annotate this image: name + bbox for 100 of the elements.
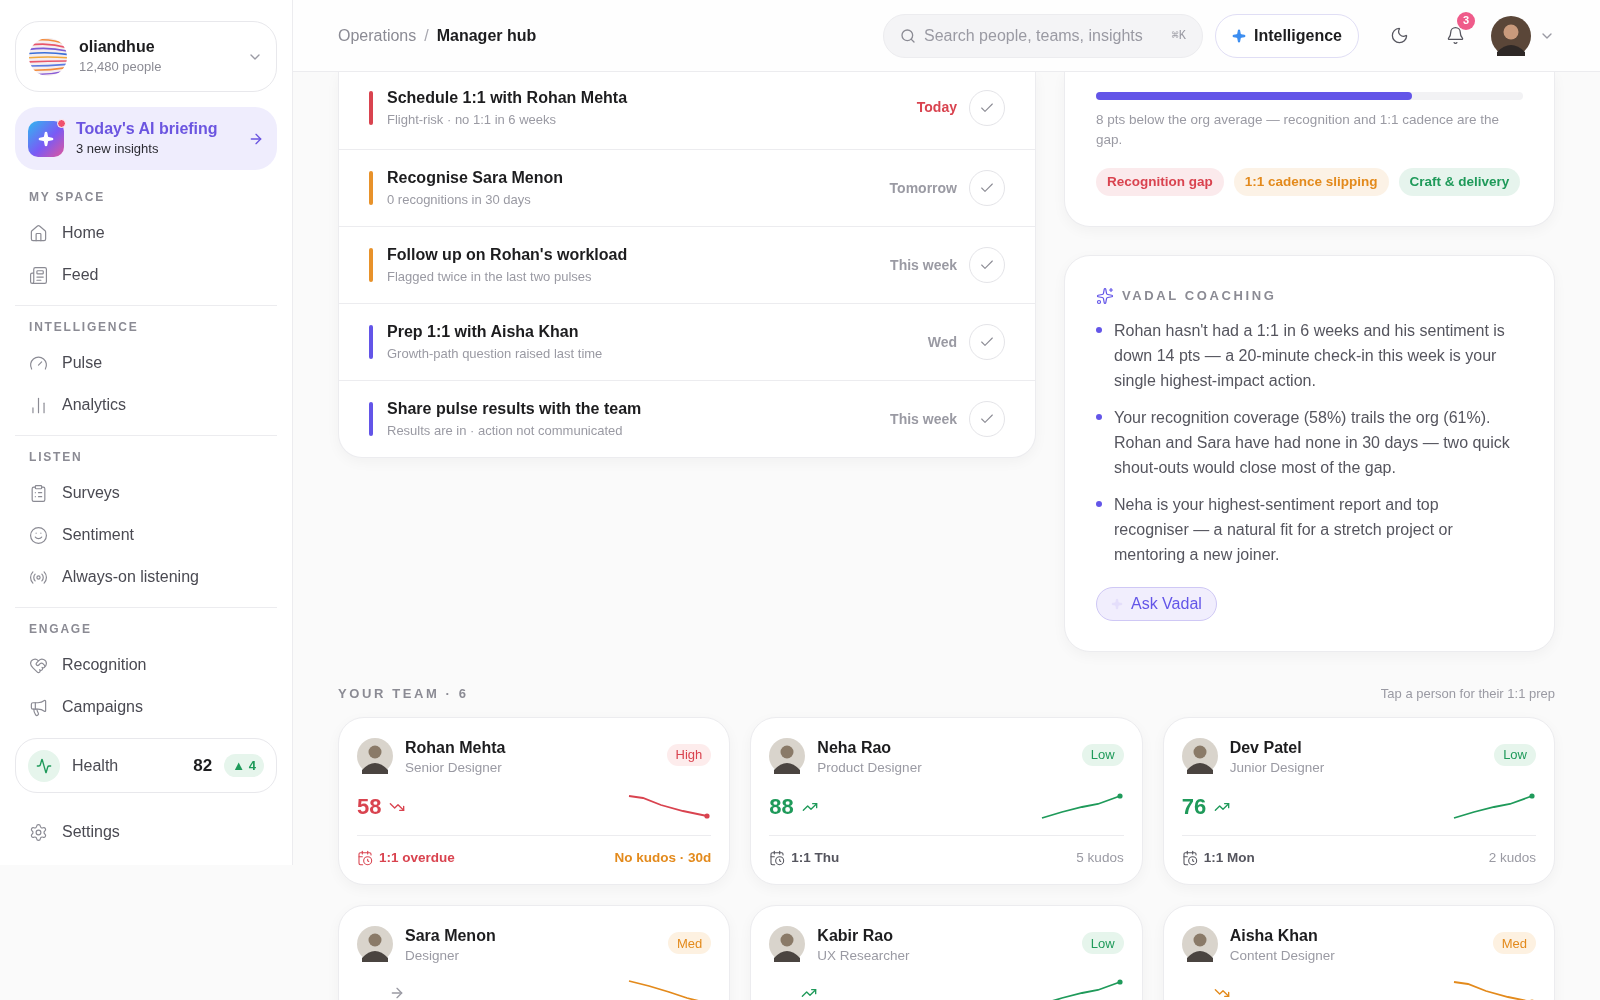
risk-badge: High (666, 744, 712, 766)
nav-item[interactable]: Campaigns (15, 686, 277, 728)
task-detail: Flagged twice in the last two pulses (387, 268, 593, 286)
team-member-card[interactable]: Kabir Rao UX Researcher Low (750, 905, 1143, 1000)
health-card[interactable]: Health 82 ▲ 4 (15, 738, 277, 793)
team-member-card[interactable]: Rohan Mehta Senior Designer High 58 1:1 overdue No kudos · 30d (338, 717, 731, 886)
task-title: Share pulse results with the team (387, 399, 643, 419)
nav-item[interactable]: Pulse (15, 342, 277, 384)
member-role: Junior Designer (1229, 759, 1326, 777)
avatar (769, 926, 806, 963)
task-detail: Results are in · action not communicated (387, 422, 624, 440)
nav-item[interactable]: Feed (15, 254, 277, 296)
avatar (357, 926, 393, 963)
insight-tag: Recognition gap (1096, 168, 1224, 196)
task-row[interactable]: Recognise Sara Menon 0 recognitions in 30 days Tomorrow (339, 149, 1035, 226)
shortcut-hint: ⌘K (1171, 27, 1186, 45)
one-on-one-status: 1:1 Thu (769, 848, 840, 869)
member-role: Content Designer (1229, 947, 1336, 966)
team-member-card[interactable]: Sara Menon Designer Med (338, 905, 731, 1000)
ask-vadal-button[interactable]: Ask Vadal (1096, 586, 1217, 621)
nav-section-heading: MY SPACE (28, 189, 106, 206)
page-title: Manager hub (436, 25, 537, 46)
health-score: 82 (193, 754, 213, 777)
member-role: Designer (405, 947, 461, 966)
member-name: Kabir Rao (817, 926, 894, 947)
home-icon (29, 223, 48, 243)
clipboard-icon (29, 483, 48, 503)
nav-item[interactable]: Sentiment (15, 514, 277, 556)
briefing-subtitle: 3 new insights (76, 139, 160, 158)
insight-tag: 1:1 cadence slipping (1233, 168, 1389, 196)
kudos-count: No kudos · 30d (614, 849, 712, 867)
task-due: This week (890, 255, 957, 275)
task-due: This week (890, 409, 957, 429)
org-people: 12,480 people (79, 57, 163, 76)
nav-section-heading: INTELLIGENCE (28, 319, 140, 336)
risk-badge: Med (668, 932, 712, 955)
member-name: Sara Menon (405, 926, 497, 947)
risk-badge: Low (1081, 932, 1124, 955)
ai-briefing-card[interactable]: Today's AI briefing 3 new insights (15, 107, 277, 170)
one-on-one-status: 1:1 overdue (357, 848, 455, 869)
task-row[interactable]: Share pulse results with the team Results are in · action not communicated This week (339, 380, 1035, 457)
team-member-card[interactable]: Neha Rao Product Designer Low 88 1:1 Thu 5 kudos (750, 717, 1143, 886)
intelligence-button[interactable]: Intelligence (1214, 13, 1359, 58)
team-member-card[interactable]: Dev Patel Junior Designer Low 76 1:1 Mon 2 kudos (1162, 717, 1555, 886)
member-role: Product Designer (817, 759, 923, 777)
settings-icon (29, 822, 48, 842)
health-delta: ▲ 4 (224, 753, 264, 778)
breadcrumb-separator: / (424, 25, 429, 46)
task-detail: 0 recognitions in 30 days (387, 191, 532, 209)
coaching-tip: Your recognition coverage (58%) trails the org (61%). Rohan and Sara have had none in 30 days — two quick shout-outs would close most of the gap. (1114, 407, 1511, 478)
settings-nav-item[interactable]: Settings (15, 811, 277, 853)
member-name: Dev Patel (1229, 738, 1303, 758)
member-role: Senior Designer (405, 759, 503, 777)
task-title: Prep 1:1 with Aisha Khan (387, 322, 580, 342)
search-icon (899, 27, 916, 44)
nav-item[interactable]: Recognition (15, 644, 277, 686)
avatar (1181, 738, 1218, 774)
task-row[interactable]: Follow up on Rohan's workload Flagged twice in the last two pulses This week (339, 226, 1035, 303)
nav-section-heading: LISTEN (28, 449, 84, 466)
task-title: Follow up on Rohan's workload (387, 245, 629, 265)
health-note: 8 pts below the org average — recognition and 1:1 cadence are the gap. (1096, 111, 1501, 149)
avatar (1181, 926, 1218, 963)
moon-icon (1389, 26, 1409, 45)
task-detail: Growth-path question raised last time (387, 345, 604, 363)
nav-item[interactable]: Always-on listening (15, 556, 277, 598)
team-hint: Tap a person for their 1:1 prep (1380, 684, 1555, 703)
megaphone-icon (29, 697, 48, 717)
member-name: Neha Rao (817, 738, 893, 758)
calendar-clock-icon (357, 850, 373, 867)
org-logo (29, 37, 67, 76)
org-name: oliandhue (79, 36, 156, 57)
smiley-icon (29, 525, 48, 545)
nav-item[interactable]: Analytics (15, 384, 277, 426)
task-title: Schedule 1:1 with Rohan Mehta (387, 87, 629, 108)
newspaper-icon (29, 265, 48, 285)
member-name: Rohan Mehta (405, 738, 507, 758)
task-title: Recognise Sara Menon (387, 168, 565, 188)
task-row[interactable]: Prep 1:1 with Aisha Khan Growth-path question raised last time Wed (339, 303, 1035, 380)
task-due: Tomorrow (889, 178, 957, 198)
nav-item[interactable]: Home (15, 212, 277, 254)
task-detail: Flight-risk · no 1:1 in 6 weeks (387, 110, 558, 129)
coaching-tip: Neha is your highest-sentiment report and top recogniser — a natural fit for a stretch project or mentoring a new joiner. (1114, 494, 1454, 565)
task-row[interactable]: Schedule 1:1 with Rohan Mehta Flight-risk · no 1:1 in 6 weeks Today (339, 72, 1035, 149)
sentiment-score: 88 (769, 793, 794, 821)
nav-item[interactable]: Surveys (15, 472, 277, 514)
avatar (769, 738, 806, 774)
team-member-card[interactable]: Aisha Khan Content Designer Med (1162, 905, 1555, 1000)
coaching-tip: Rohan hasn't had a 1:1 in 6 weeks and his sentiment is down 14 pts — a 20-minute check-in this week is your single highest-impact action. (1114, 320, 1506, 391)
sentiment-score: 58 (357, 793, 382, 821)
calendar-clock-icon (769, 850, 786, 867)
team-heading: YOUR TEAM · 6 (338, 684, 469, 703)
heart-handshake-icon (29, 655, 48, 675)
avatar (357, 738, 393, 774)
kudos-count: 2 kudos (1488, 849, 1536, 867)
org-switcher[interactable]: oliandhue 12,480 people (15, 21, 277, 92)
sparkle-icon (1231, 28, 1246, 43)
member-role: UX Researcher (817, 947, 911, 966)
nav-section-heading: ENGAGE (28, 621, 93, 638)
search-field[interactable]: Search people, teams, insights (923, 23, 1164, 48)
risk-badge: Low (1081, 744, 1124, 766)
